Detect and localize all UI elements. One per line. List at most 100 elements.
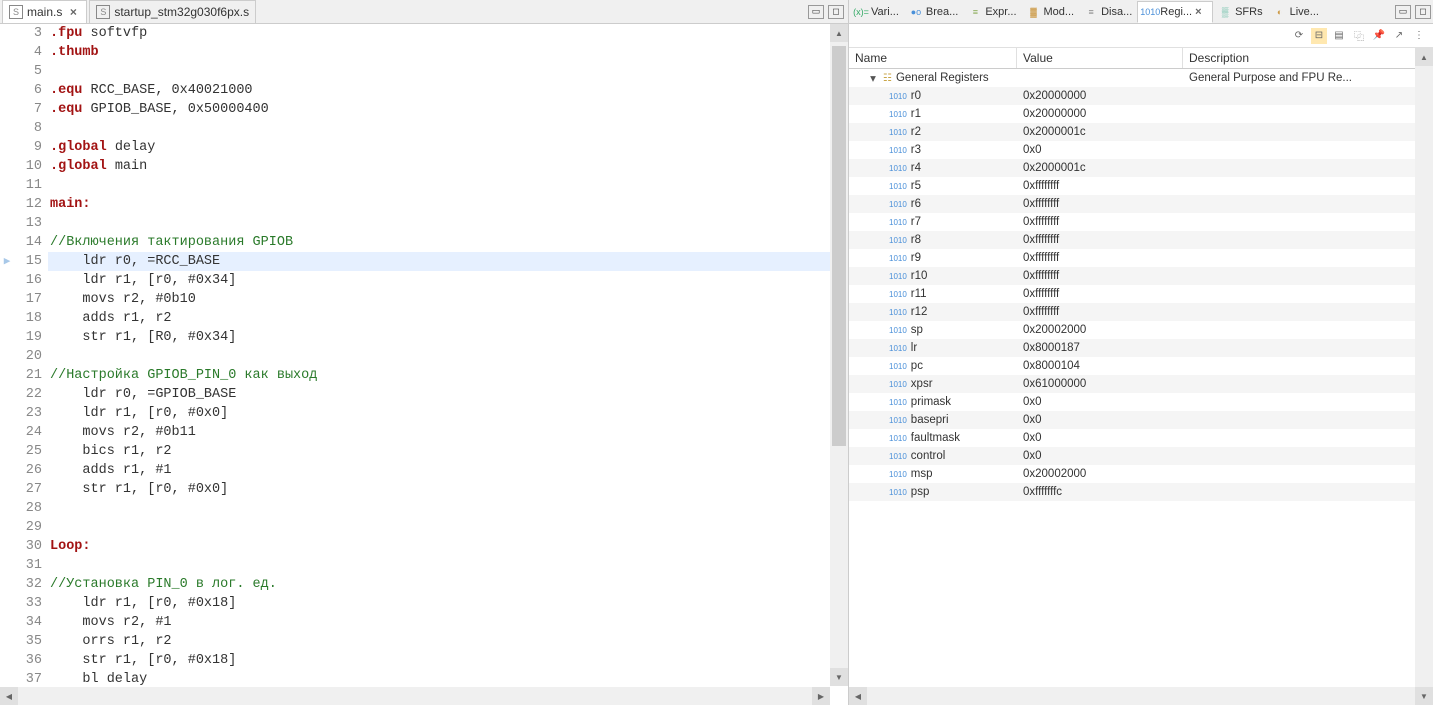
register-row[interactable]: 1010r10x20000000: [849, 105, 1433, 123]
view-tab[interactable]: 1010Regi...×: [1137, 1, 1213, 23]
register-row[interactable]: 1010lr0x8000187: [849, 339, 1433, 357]
scroll-down-icon[interactable]: ▼: [830, 668, 848, 686]
close-icon[interactable]: ×: [1195, 6, 1207, 18]
code-line[interactable]: //Включения тактирования GPIOB: [48, 233, 848, 252]
register-row[interactable]: 1010control0x0: [849, 447, 1433, 465]
register-row[interactable]: 1010r120xffffffff: [849, 303, 1433, 321]
code-line[interactable]: ldr r0, =GPIOB_BASE: [48, 385, 848, 404]
code-line[interactable]: [48, 499, 848, 518]
close-icon[interactable]: ×: [66, 5, 80, 19]
code-line[interactable]: adds r1, #1: [48, 461, 848, 480]
register-row[interactable]: 1010basepri0x0: [849, 411, 1433, 429]
minimize-button[interactable]: ▭: [808, 5, 824, 19]
code-line[interactable]: .fpu softvfp: [48, 24, 848, 43]
code-line[interactable]: [48, 556, 848, 575]
pin-icon[interactable]: 📌: [1371, 28, 1387, 44]
register-row[interactable]: 1010r50xffffffff: [849, 177, 1433, 195]
register-row[interactable]: 1010r40x2000001c: [849, 159, 1433, 177]
maximize-button[interactable]: ◻: [828, 5, 844, 19]
scroll-left-icon[interactable]: ◀: [0, 687, 18, 705]
code-line[interactable]: str r1, [R0, #0x34]: [48, 328, 848, 347]
tab-label: startup_stm32g030f6px.s: [114, 5, 249, 19]
scroll-up-icon[interactable]: ▲: [830, 24, 848, 42]
horizontal-scrollbar[interactable]: ◀ ▶: [849, 687, 1433, 705]
code-line[interactable]: //Настройка GPIOB_PIN_0 как выход: [48, 366, 848, 385]
code-line[interactable]: movs r2, #0b11: [48, 423, 848, 442]
code-line[interactable]: //Установка PIN_0 в лог. ед.: [48, 575, 848, 594]
horizontal-scrollbar[interactable]: ◀ ▶: [0, 687, 830, 705]
code-line[interactable]: .global main: [48, 157, 848, 176]
view-tab[interactable]: ◐Live...: [1268, 2, 1324, 22]
code-line[interactable]: ldr r1, [r0, #0x34]: [48, 271, 848, 290]
code-line[interactable]: .equ RCC_BASE, 0x40021000: [48, 81, 848, 100]
code-line[interactable]: [48, 518, 848, 537]
register-icon: 1010: [889, 452, 907, 461]
vertical-scrollbar[interactable]: ▲ ▼: [1415, 48, 1433, 705]
collapse-icon[interactable]: ⊟: [1311, 28, 1327, 44]
register-row[interactable]: 1010faultmask0x0: [849, 429, 1433, 447]
register-row[interactable]: 1010r70xffffffff: [849, 213, 1433, 231]
code-line[interactable]: [48, 176, 848, 195]
column-description[interactable]: Description: [1183, 48, 1433, 68]
code-line[interactable]: [48, 214, 848, 233]
register-row[interactable]: 1010psp0xfffffffc: [849, 483, 1433, 501]
register-row[interactable]: 1010r80xffffffff: [849, 231, 1433, 249]
tab-main-s[interactable]: S main.s ×: [2, 0, 87, 23]
code-line[interactable]: [48, 119, 848, 138]
register-group[interactable]: ▾ ☷ General Registers General Purpose an…: [849, 69, 1433, 87]
code-line[interactable]: Loop:: [48, 537, 848, 556]
minimize-button[interactable]: ▭: [1395, 5, 1411, 19]
export-icon[interactable]: ↗: [1391, 28, 1407, 44]
filter-icon[interactable]: ▤: [1331, 28, 1347, 44]
register-row[interactable]: 1010r20x2000001c: [849, 123, 1433, 141]
register-row[interactable]: 1010pc0x8000104: [849, 357, 1433, 375]
maximize-button[interactable]: ◻: [1415, 5, 1431, 19]
code-line[interactable]: ldr r1, [r0, #0x18]: [48, 594, 848, 613]
scroll-left-icon[interactable]: ◀: [849, 687, 867, 705]
column-name[interactable]: Name: [849, 48, 1017, 68]
code-line[interactable]: movs r2, #0b10: [48, 290, 848, 309]
code-editor[interactable]: ▶ 34567891011121314151617181920212223242…: [0, 24, 848, 705]
register-row[interactable]: 1010r90xffffffff: [849, 249, 1433, 267]
scroll-up-icon[interactable]: ▲: [1415, 48, 1433, 66]
scroll-right-icon[interactable]: ▶: [812, 687, 830, 705]
code-line[interactable]: [48, 347, 848, 366]
register-row[interactable]: 1010sp0x20002000: [849, 321, 1433, 339]
view-tab[interactable]: ▓Mod...: [1022, 2, 1080, 22]
expander-icon[interactable]: ▾: [867, 71, 879, 85]
code-line[interactable]: .thumb: [48, 43, 848, 62]
copy-icon[interactable]: ⿻: [1351, 28, 1367, 44]
code-line[interactable]: orrs r1, r2: [48, 632, 848, 651]
register-row[interactable]: 1010r100xffffffff: [849, 267, 1433, 285]
menu-icon[interactable]: ⋮: [1411, 28, 1427, 44]
tab-startup-s[interactable]: S startup_stm32g030f6px.s: [89, 0, 256, 23]
code-line[interactable]: ldr r1, [r0, #0x0]: [48, 404, 848, 423]
register-row[interactable]: 1010r30x0: [849, 141, 1433, 159]
code-line[interactable]: [48, 62, 848, 81]
view-tab[interactable]: ▒SFRs: [1213, 2, 1268, 22]
code-line[interactable]: adds r1, r2: [48, 309, 848, 328]
register-row[interactable]: 1010xpsr0x61000000: [849, 375, 1433, 393]
register-row[interactable]: 1010r60xffffffff: [849, 195, 1433, 213]
view-tab[interactable]: (x)=Vari...: [849, 2, 904, 22]
vertical-scrollbar[interactable]: ▲ ▼: [830, 24, 848, 686]
code-line[interactable]: str r1, [r0, #0x18]: [48, 651, 848, 670]
refresh-icon[interactable]: ⟳: [1291, 28, 1307, 44]
code-line[interactable]: str r1, [r0, #0x0]: [48, 480, 848, 499]
code-line[interactable]: ldr r0, =RCC_BASE: [48, 252, 848, 271]
code-line[interactable]: .equ GPIOB_BASE, 0x50000400: [48, 100, 848, 119]
view-tab[interactable]: ●oBrea...: [904, 2, 963, 22]
column-value[interactable]: Value: [1017, 48, 1183, 68]
register-row[interactable]: 1010r00x20000000: [849, 87, 1433, 105]
code-line[interactable]: bics r1, r2: [48, 442, 848, 461]
code-line[interactable]: main:: [48, 195, 848, 214]
scroll-down-icon[interactable]: ▼: [1415, 687, 1433, 705]
view-tab[interactable]: ≡Disa...: [1079, 2, 1137, 22]
view-tab[interactable]: ≡Expr...: [963, 2, 1021, 22]
code-line[interactable]: .global delay: [48, 138, 848, 157]
register-row[interactable]: 1010r110xffffffff: [849, 285, 1433, 303]
register-row[interactable]: 1010primask0x0: [849, 393, 1433, 411]
code-line[interactable]: movs r2, #1: [48, 613, 848, 632]
register-row[interactable]: 1010msp0x20002000: [849, 465, 1433, 483]
register-icon: 1010: [889, 434, 907, 443]
